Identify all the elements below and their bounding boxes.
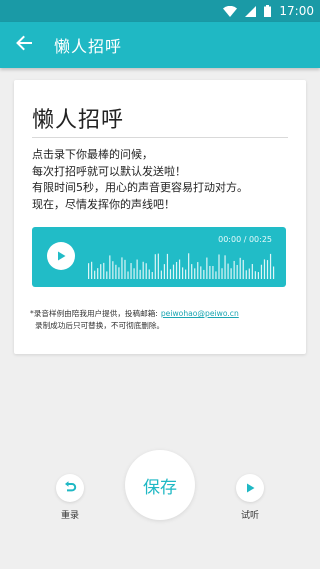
waveform-bar (251, 263, 253, 279)
waveform-bar (100, 264, 102, 279)
waveform-bar (169, 269, 172, 279)
waveform-bar (106, 271, 108, 279)
waveform-bar (136, 259, 138, 279)
waveform-bar (124, 259, 126, 279)
waveform-bar (224, 255, 226, 279)
waveform-bar (191, 264, 193, 279)
waveform-bar (166, 253, 169, 279)
waveform-bar (160, 270, 162, 279)
note: *录音样例由陪我用户提供，投稿邮箱: peiwohao@peiwo.cn 录制成功… (30, 308, 300, 332)
waveform-bar (194, 268, 196, 279)
preview-label: 试听 (240, 511, 259, 521)
play-icon (244, 479, 256, 498)
status-bar: 17:00 (0, 0, 320, 22)
waveform-bar (121, 257, 123, 279)
waveform-bar (212, 266, 214, 279)
battery-icon (264, 5, 272, 17)
description-line: 点击录下你最棒的问候， (32, 148, 153, 161)
waveform-bar (230, 268, 232, 279)
waveform (88, 253, 275, 279)
description: 点击录下你最棒的问候， 每次打招呼就可以默认发送啦！ 有限时间5秒，用心的声音更… (32, 147, 294, 213)
play-icon (55, 247, 67, 266)
audio-player: 00:00 / 00:25 (32, 227, 286, 287)
page-title: 懒人招呼 (54, 37, 123, 56)
waveform-bar (254, 271, 256, 279)
waveform-bar (269, 253, 272, 279)
waveform-bar (260, 264, 263, 279)
waveform-bar (263, 259, 266, 279)
waveform-bar (88, 263, 90, 279)
waveform-bar (172, 264, 175, 279)
waveform-bar (188, 253, 190, 279)
waveform-bar (218, 254, 220, 279)
waveform-bar (109, 255, 111, 279)
waveform-bar (257, 272, 260, 279)
player-play-button[interactable] (47, 242, 75, 270)
waveform-bar (91, 261, 93, 279)
waveform-bar (157, 253, 159, 279)
waveform-bar (206, 257, 208, 279)
waveform-bar (248, 268, 250, 279)
waveform-bar (266, 260, 269, 279)
description-line: 现在，尽情发挥你的声线吧！ (32, 197, 175, 211)
waveform-bar (272, 266, 275, 279)
waveform-bar (239, 257, 241, 279)
description-line: 每次打招呼就可以默认发送啦！ (32, 164, 186, 178)
undo-icon (63, 479, 77, 498)
waveform-bar (215, 271, 217, 279)
waveform-bar (175, 261, 178, 279)
back-button[interactable] (0, 22, 48, 68)
waveform-bar (185, 269, 187, 279)
waveform-bar (154, 254, 156, 279)
email-link[interactable]: peiwohao@peiwo.cn (161, 309, 239, 318)
waveform-bar (245, 270, 247, 279)
waveform-bar (182, 267, 184, 279)
waveform-bar (94, 270, 96, 279)
preview-button[interactable] (236, 474, 264, 502)
waveform-bar (130, 263, 132, 279)
waveform-bar (178, 259, 181, 279)
rerecord-label: 重录 (60, 511, 79, 521)
waveform-bar (142, 261, 144, 279)
waveform-bar (127, 271, 129, 279)
rerecord-button[interactable] (56, 474, 84, 502)
waveform-bar (112, 261, 114, 279)
waveform-bar (115, 264, 117, 279)
note-text-2: 录制成功后只可替换，不可彻底删除。 (35, 321, 165, 330)
save-button[interactable]: 保存 (125, 450, 195, 520)
waveform-bar (151, 272, 153, 279)
wifi-icon (223, 5, 238, 17)
waveform-bar (103, 262, 105, 279)
signal-icon (245, 5, 257, 17)
waveform-bar (197, 262, 199, 279)
player-time: 00:00 / 00:25 (218, 235, 272, 244)
waveform-bar (236, 264, 238, 279)
waveform-bar (118, 267, 120, 279)
waveform-bar (203, 269, 205, 279)
note-text: *录音样例由陪我用户提供，投稿邮箱: (30, 309, 158, 318)
app-bar: 懒人招呼 (0, 22, 320, 68)
waveform-bar (221, 268, 223, 279)
arrow-left-icon (15, 34, 33, 56)
waveform-bar (148, 269, 150, 279)
waveform-bar (163, 264, 166, 279)
divider (32, 137, 288, 138)
description-line: 有限时间5秒，用心的声音更容易打动对方。 (32, 181, 248, 194)
waveform-bar (233, 260, 235, 279)
waveform-bar (227, 263, 229, 279)
greeting-card: 懒人招呼 点击录下你最棒的问候， 每次打招呼就可以默认发送啦！ 有限时间5秒，用… (14, 80, 306, 354)
waveform-bar (242, 259, 244, 279)
status-time: 17:00 (279, 4, 314, 18)
waveform-bar (139, 269, 141, 279)
waveform-bar (200, 266, 202, 279)
waveform-bar (209, 265, 211, 279)
waveform-bar (97, 268, 99, 279)
card-title: 懒人招呼 (32, 108, 125, 133)
waveform-bar (145, 263, 147, 279)
waveform-bar (133, 268, 135, 279)
